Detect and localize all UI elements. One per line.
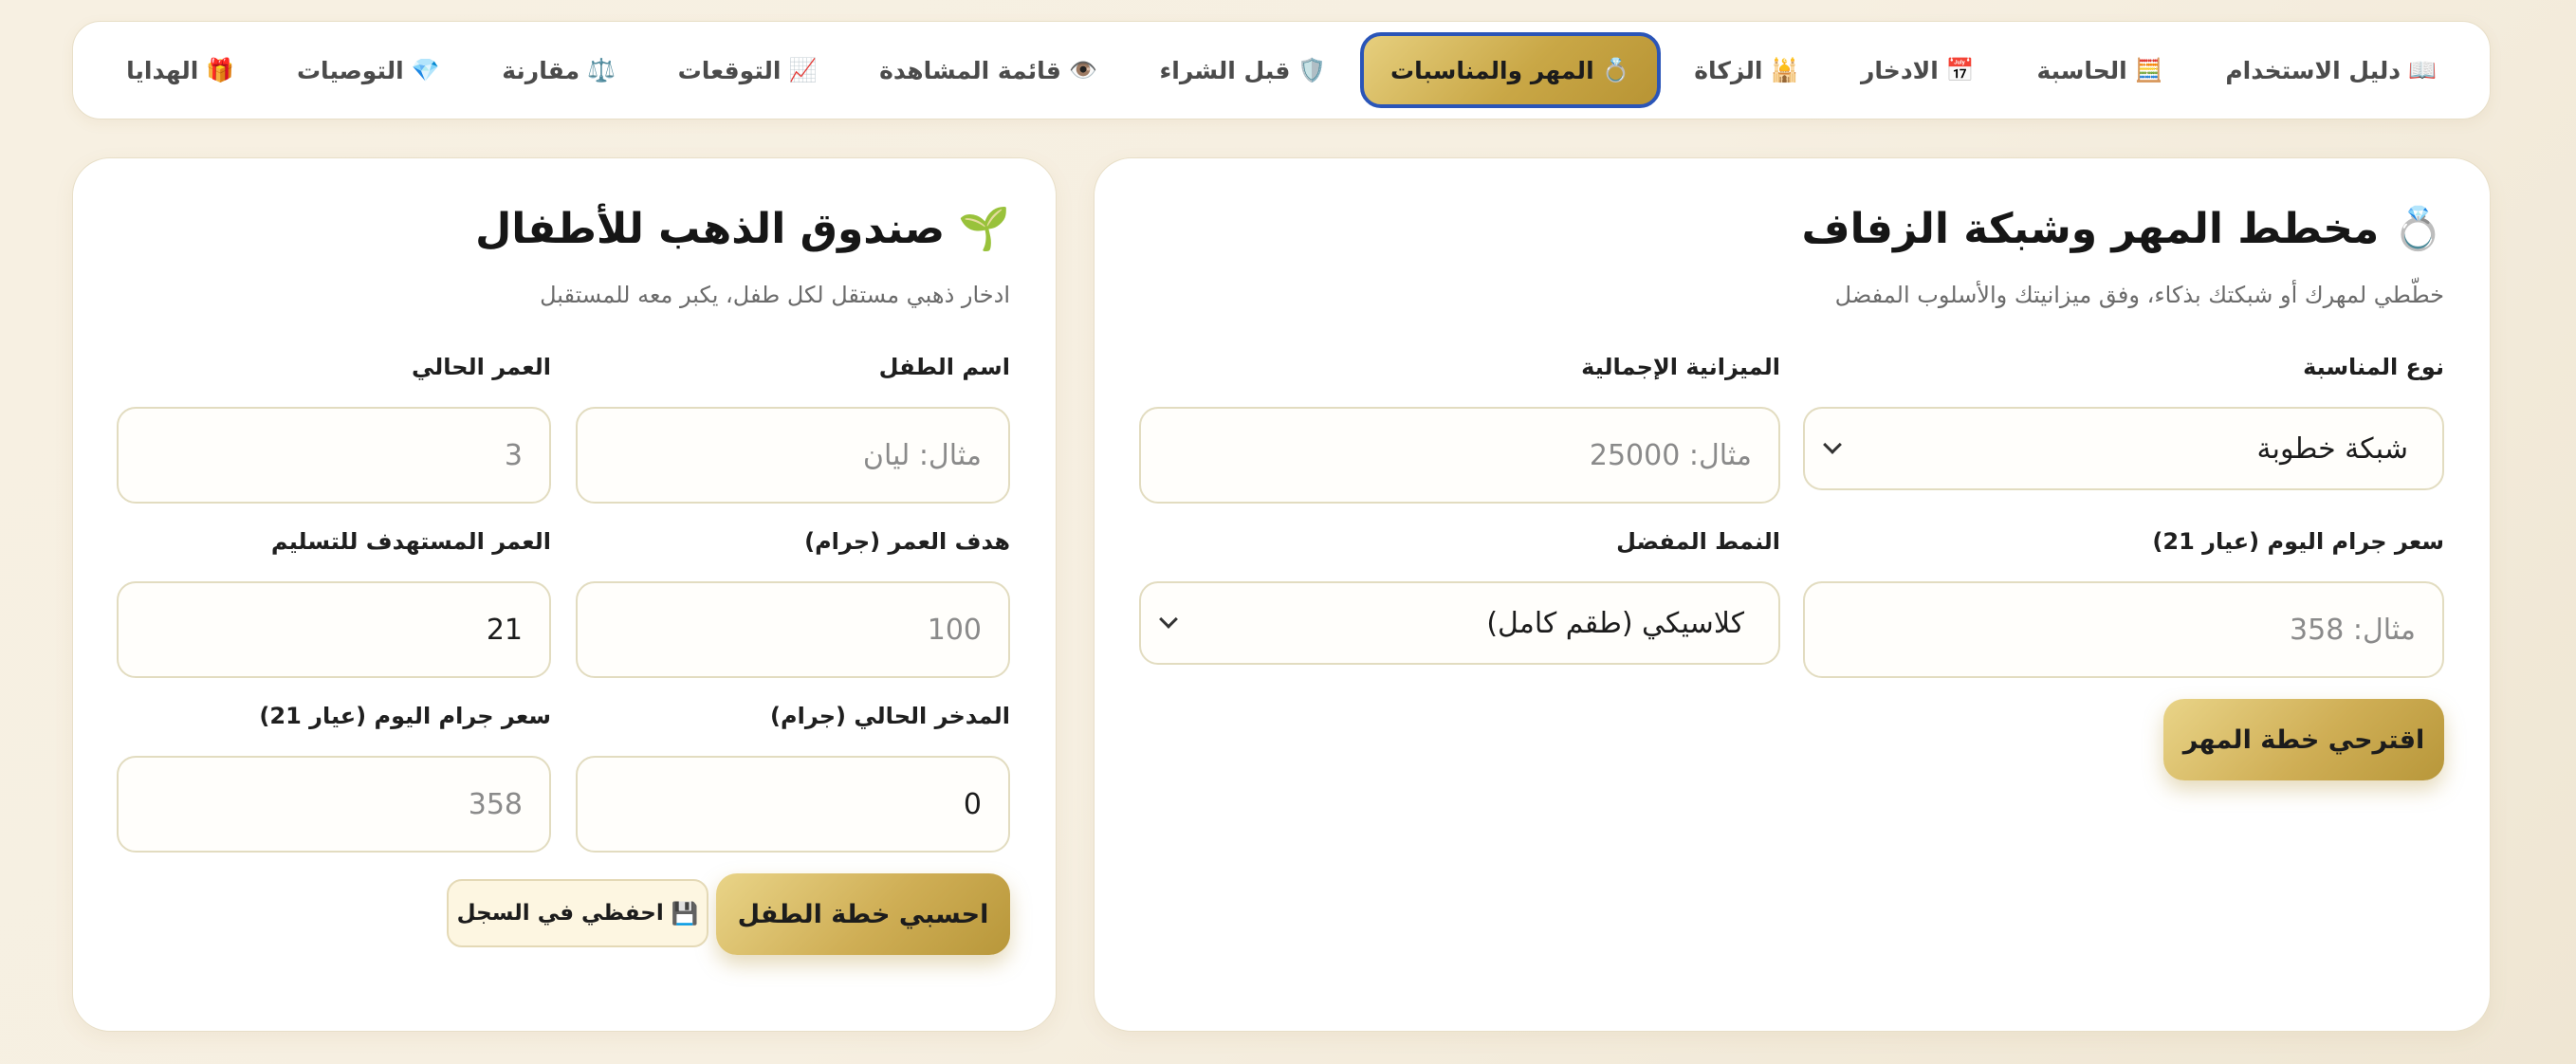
- style-select[interactable]: كلاسيكي (طقم كامل): [1139, 581, 1780, 665]
- mahr-price-input[interactable]: [1803, 581, 2444, 678]
- tab-gift[interactable]: 🎁 الهدايا: [98, 32, 263, 108]
- mahr-title: 💍 مخطط المهر وشبكة الزفاف: [1801, 204, 2444, 254]
- ring-icon: 💍: [2392, 205, 2444, 253]
- mahr-title-text: مخطط المهر وشبكة الزفاف: [1801, 204, 2380, 253]
- style-value: كلاسيكي (طقم كامل): [1486, 606, 1744, 640]
- kids-title-text: صندوق الذهب للأطفال: [475, 204, 946, 253]
- kids-gold-fund-card: 🌱 صندوق الذهب للأطفال ادخار ذهبي مستقل ل…: [72, 157, 1057, 1032]
- save-to-log-label: احفظي في السجل: [456, 901, 664, 926]
- save-to-log-button[interactable]: 💾 احفظي في السجل: [447, 879, 708, 947]
- floppy-disk-icon: 💾: [671, 901, 699, 926]
- tab-label: المهر والمناسبات: [1390, 56, 1594, 84]
- main-tabs: 📖 دليل الاستخدام 🧮 الحاسبة 📅 الادخار 🕌 الزكاة 💍 ا…: [72, 21, 2491, 119]
- goal-input[interactable]: [576, 581, 1010, 678]
- kids-title: 🌱 صندوق الذهب للأطفال: [475, 204, 1010, 254]
- tab-book[interactable]: 📖 دليل الاستخدام: [2197, 32, 2465, 108]
- gift-icon: 🎁: [206, 57, 235, 83]
- tab-label: قائمة المشاهدة: [879, 56, 1061, 84]
- tab-mosque[interactable]: 🕌 الزكاة: [1665, 32, 1827, 108]
- style-label: النمط المفضل: [1616, 528, 1780, 555]
- seedling-icon: 🌱: [958, 205, 1010, 253]
- chevron-down-icon: [1159, 610, 1178, 629]
- tab-label: مقارنة: [502, 56, 580, 84]
- shield-icon: 🛡️: [1297, 57, 1327, 83]
- tab-label: دليل الاستخدام: [2225, 56, 2401, 84]
- chart-up-icon: 📈: [788, 57, 818, 83]
- tab-gem[interactable]: 💎 التوصيات: [268, 32, 469, 108]
- child-age-input[interactable]: [117, 407, 551, 504]
- scales-icon: ⚖️: [587, 57, 616, 83]
- tab-scales[interactable]: ⚖️ مقارنة: [473, 32, 644, 108]
- occasion-select[interactable]: شبكة خطوبة: [1803, 407, 2444, 490]
- tab-label: الزكاة: [1694, 56, 1763, 84]
- budget-input[interactable]: [1139, 407, 1780, 504]
- goal-label: هدف العمر (جرام): [804, 528, 1010, 555]
- gem-icon: 💎: [411, 57, 440, 83]
- child-age-label: العمر الحالي: [412, 354, 551, 380]
- tab-label: الهدايا: [126, 56, 199, 84]
- occasion-label: نوع المناسبة: [2303, 354, 2444, 380]
- tab-calendar[interactable]: 📅 الادخار: [1832, 32, 2003, 108]
- chevron-down-icon: [1823, 435, 1842, 454]
- target-age-label: العمر المستهدف للتسليم: [270, 528, 551, 555]
- calendar-icon: 📅: [1945, 57, 1975, 83]
- mahr-planner-card: 💍 مخطط المهر وشبكة الزفاف خطّطي لمهرك أو…: [1094, 157, 2491, 1032]
- occasion-value: شبكة خطوبة: [2256, 431, 2408, 466]
- abacus-icon: 🧮: [2134, 57, 2163, 83]
- saved-label: المدخر الحالي (جرام): [770, 703, 1010, 729]
- tab-label: الادخار: [1861, 56, 1939, 84]
- tab-chart-up[interactable]: 📈 التوقعات: [650, 32, 846, 108]
- saved-input[interactable]: [576, 756, 1010, 853]
- mahr-price-label: سعر جرام اليوم (عيار 21): [2152, 528, 2444, 555]
- budget-label: الميزانية الإجمالية: [1581, 354, 1780, 380]
- child-name-input[interactable]: [576, 407, 1010, 504]
- eye-icon: 👁️: [1068, 57, 1097, 83]
- suggest-mahr-button[interactable]: اقترحي خطة المهر: [2163, 699, 2444, 780]
- mosque-icon: 🕌: [1770, 57, 1799, 83]
- tab-shield[interactable]: 🛡️ قبل الشراء: [1132, 32, 1355, 108]
- child-name-label: اسم الطفل: [878, 354, 1010, 380]
- ring-icon: 💍: [1601, 57, 1630, 83]
- target-age-input[interactable]: [117, 581, 551, 678]
- tab-abacus[interactable]: 🧮 الحاسبة: [2008, 32, 2191, 108]
- book-icon: 📖: [2408, 57, 2437, 83]
- tab-label: التوقعات: [677, 56, 782, 84]
- kids-price-input[interactable]: [117, 756, 551, 853]
- tab-eye[interactable]: 👁️ قائمة المشاهدة: [851, 32, 1126, 108]
- tab-label: التوصيات: [296, 56, 404, 84]
- kids-subtitle: ادخار ذهبي مستقل لكل طفل، يكبر معه للمست…: [540, 282, 1010, 308]
- tab-label: الحاسبة: [2036, 56, 2127, 84]
- tab-ring[interactable]: 💍 المهر والمناسبات: [1360, 32, 1661, 108]
- mahr-subtitle: خطّطي لمهرك أو شبكتك بذكاء، وفق ميزانيتك…: [1834, 282, 2444, 308]
- tab-label: قبل الشراء: [1159, 56, 1291, 84]
- kids-price-label: سعر جرام اليوم (عيار 21): [259, 703, 551, 729]
- calc-child-plan-button[interactable]: احسبي خطة الطفل: [716, 873, 1010, 955]
